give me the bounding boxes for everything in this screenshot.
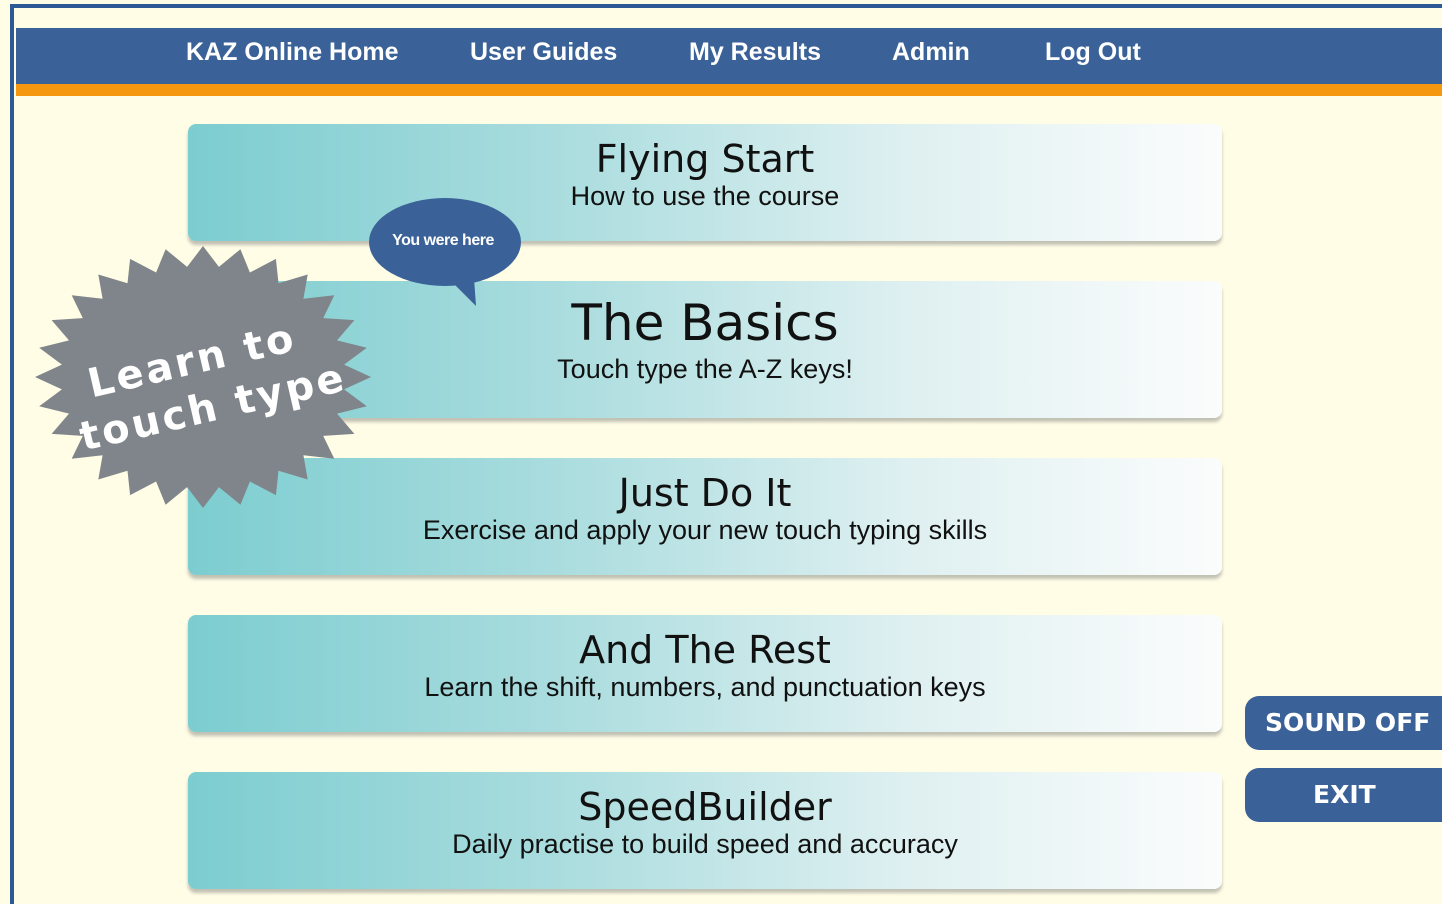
navbar-accent-stripe [16, 84, 1442, 96]
nav-user-guides[interactable]: User Guides [470, 36, 617, 68]
module-subtitle: How to use the course [570, 181, 840, 211]
module-subtitle: Daily practise to build speed and accura… [452, 829, 958, 859]
module-title: And The Rest [579, 628, 831, 672]
learn-to-touch-type-badge: Learn to touch type [35, 246, 371, 508]
module-title: Flying Start [595, 137, 815, 181]
module-card-and-the-rest[interactable]: And The Rest Learn the shift, numbers, a… [188, 615, 1222, 732]
module-card-flying-start[interactable]: Flying Start How to use the course [188, 124, 1222, 241]
module-subtitle: Exercise and apply your new touch typing… [422, 515, 988, 545]
nav-admin[interactable]: Admin [892, 36, 970, 68]
top-margin [16, 8, 1442, 28]
nav-my-results[interactable]: My Results [689, 36, 821, 68]
you-were-here-bubble [369, 198, 521, 306]
nav-log-out[interactable]: Log Out [1045, 36, 1141, 68]
bubble-label: You were here [392, 232, 494, 249]
module-title: SpeedBuilder [578, 785, 832, 829]
sound-off-button[interactable]: SOUND OFF [1245, 696, 1442, 750]
bubble-tail [450, 278, 476, 306]
nav-kaz-online-home[interactable]: KAZ Online Home [186, 36, 399, 68]
module-subtitle: Learn the shift, numbers, and punctuatio… [424, 672, 986, 702]
exit-button[interactable]: EXIT [1245, 768, 1442, 822]
module-card-speedbuilder[interactable]: SpeedBuilder Daily practise to build spe… [188, 772, 1222, 889]
